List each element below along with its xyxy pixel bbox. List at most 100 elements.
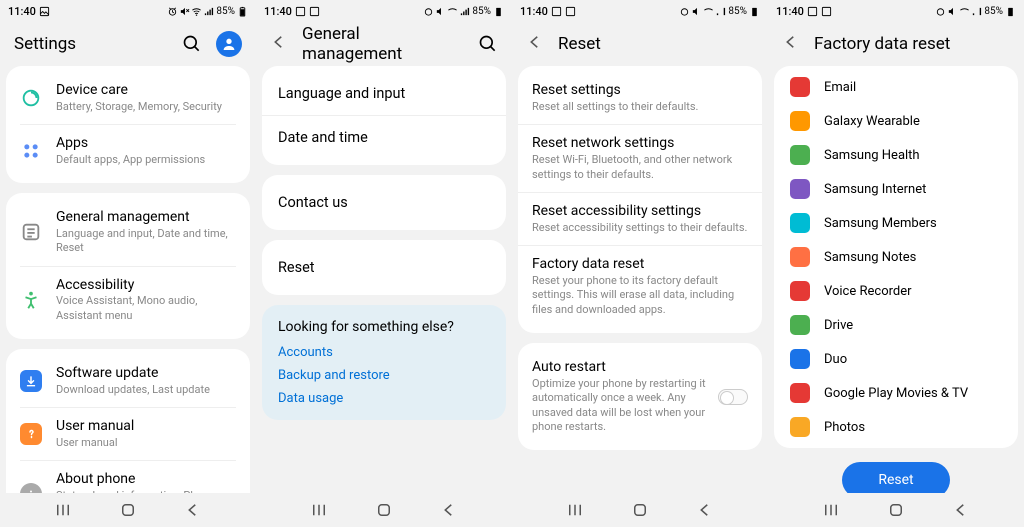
item-label: Software update [56, 365, 236, 382]
settings-group-3: Software updateDownload updates, Last up… [6, 349, 250, 493]
content-scroll[interactable]: Language and input Date and time Contact… [256, 66, 512, 493]
app-label: Galaxy Wearable [824, 114, 920, 129]
content-scroll[interactable]: Device careBattery, Storage, Memory, Sec… [0, 66, 256, 493]
app-label: Samsung Members [824, 216, 937, 231]
phone-factory-data-reset: 11:40 85% Factory data reset EmailGalaxy… [768, 0, 1024, 527]
gm-item-contact-us[interactable]: Contact us [262, 181, 506, 224]
search-icon[interactable] [478, 34, 498, 54]
nav-back[interactable] [440, 501, 458, 519]
status-battery: 85% [984, 6, 1003, 17]
app-icon [790, 349, 810, 369]
picture-icon [551, 6, 562, 17]
auto-restart-toggle[interactable] [718, 389, 748, 405]
mute-icon [691, 6, 702, 17]
app-label: Samsung Health [824, 148, 920, 163]
nav-bar [768, 493, 1024, 527]
settings-item-software-update[interactable]: Software updateDownload updates, Last up… [6, 355, 250, 407]
nav-recents[interactable] [566, 501, 584, 519]
status-bar: 11:40 85% [512, 0, 768, 22]
signal-icon [203, 6, 214, 17]
settings-item-device-care[interactable]: Device careBattery, Storage, Memory, Sec… [6, 72, 250, 124]
reset-button[interactable]: Reset [842, 462, 949, 493]
item-sub: Language and input, Date and time, Reset [56, 227, 236, 256]
device-care-icon [20, 87, 42, 109]
back-button[interactable] [782, 32, 800, 56]
app-label: Duo [824, 352, 847, 367]
mute-icon [435, 6, 446, 17]
wifi-icon [703, 6, 714, 17]
reset-item-factory[interactable]: Factory data reset Reset your phone to i… [518, 246, 762, 327]
picture-icon [309, 6, 320, 17]
app-row: Samsung Members [774, 206, 1018, 240]
item-sub: Download updates, Last update [56, 383, 236, 397]
back-button[interactable] [270, 32, 288, 56]
app-label: Samsung Notes [824, 250, 916, 265]
battery-icon [237, 6, 248, 17]
content-scroll[interactable]: Reset settings Reset all settings to the… [512, 66, 768, 493]
app-list-card: Email Galaxy Wearable Samsung Health Samsun… [774, 66, 1018, 448]
app-row: Email [774, 70, 1018, 104]
gm-group-2: Contact us [262, 175, 506, 230]
item-sub: Battery, Storage, Memory, Security [56, 100, 236, 114]
suggestion-link-accounts[interactable]: Accounts [278, 345, 490, 360]
nav-home[interactable] [119, 501, 137, 519]
nav-recents[interactable] [54, 501, 72, 519]
nav-back[interactable] [952, 501, 970, 519]
suggestion-link-backup[interactable]: Backup and restore [278, 368, 490, 383]
settings-item-about-phone[interactable]: About phoneStatus, Legal information, Ph… [6, 461, 250, 493]
app-label: Email [824, 80, 856, 95]
about-phone-icon [20, 483, 42, 493]
nav-back[interactable] [696, 501, 714, 519]
auto-restart-row[interactable]: Auto restart Optimize your phone by rest… [518, 349, 762, 444]
item-sub: Default apps, App permissions [56, 153, 236, 167]
gm-item-date-time[interactable]: Date and time [262, 116, 506, 159]
app-icon [790, 111, 810, 131]
app-icon [790, 383, 810, 403]
nav-home[interactable] [631, 501, 649, 519]
settings-item-general-management[interactable]: General managementLanguage and input, Da… [6, 199, 250, 265]
settings-item-user-manual[interactable]: User manualUser manual [6, 408, 250, 460]
alarm-icon [935, 6, 946, 17]
nav-recents[interactable] [822, 501, 840, 519]
app-icon [790, 315, 810, 335]
nav-home[interactable] [887, 501, 905, 519]
gm-item-language[interactable]: Language and input [262, 72, 506, 115]
wifi-icon [959, 6, 970, 17]
picture-icon [39, 6, 50, 17]
app-icon [790, 179, 810, 199]
app-icon [790, 281, 810, 301]
profile-button[interactable] [216, 31, 242, 57]
suggestion-link-data-usage[interactable]: Data usage [278, 391, 490, 406]
content-scroll[interactable]: Email Galaxy Wearable Samsung Health Samsun… [768, 66, 1024, 493]
battery-icon [493, 6, 504, 17]
item-sub: Reset accessibility settings to their de… [532, 221, 748, 235]
reset-item-accessibility[interactable]: Reset accessibility settings Reset acces… [518, 193, 762, 245]
item-label: Reset settings [532, 82, 748, 98]
item-label: Apps [56, 135, 236, 152]
auto-restart-group: Auto restart Optimize your phone by rest… [518, 343, 762, 450]
item-sub: Voice Assistant, Mono audio, Assistant m… [56, 294, 236, 323]
settings-item-apps[interactable]: AppsDefault apps, App permissions [6, 125, 250, 177]
nav-home[interactable] [375, 501, 393, 519]
gm-item-reset[interactable]: Reset [262, 246, 506, 289]
nav-recents[interactable] [310, 501, 328, 519]
reset-item-settings[interactable]: Reset settings Reset all settings to the… [518, 72, 762, 124]
app-icon [790, 145, 810, 165]
status-battery: 85% [728, 6, 747, 17]
general-management-icon [20, 221, 42, 243]
search-icon[interactable] [182, 34, 202, 54]
back-button[interactable] [526, 32, 544, 56]
page-title: Reset [558, 34, 754, 54]
status-battery: 85% [472, 6, 491, 17]
settings-item-accessibility[interactable]: AccessibilityVoice Assistant, Mono audio… [6, 267, 250, 333]
suggestion-card: Looking for something else? Accounts Bac… [262, 305, 506, 420]
item-label: General management [56, 209, 236, 226]
accessibility-icon [20, 289, 42, 311]
gm-group-3: Reset [262, 240, 506, 295]
app-icon [790, 213, 810, 233]
app-row: Galaxy Wearable [774, 104, 1018, 138]
app-row: Samsung Health [774, 138, 1018, 172]
reset-group: Reset settings Reset all settings to the… [518, 66, 762, 333]
nav-back[interactable] [184, 501, 202, 519]
reset-item-network[interactable]: Reset network settings Reset Wi-Fi, Blue… [518, 125, 762, 192]
